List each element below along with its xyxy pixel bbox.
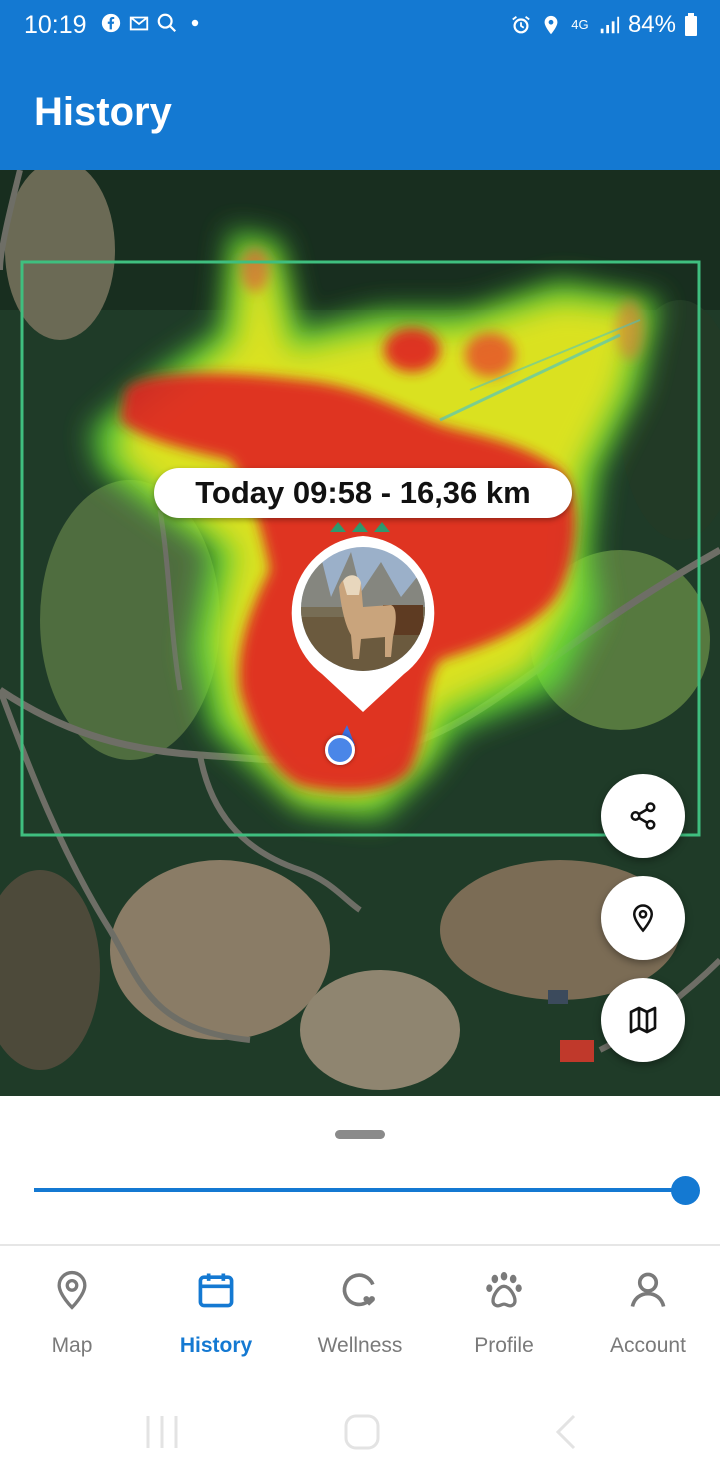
map-type-button[interactable] (601, 978, 685, 1062)
dot-icon (191, 19, 199, 27)
paw-icon (486, 1272, 522, 1308)
user-icon (630, 1272, 666, 1308)
battery-icon (685, 13, 697, 36)
location-button[interactable] (601, 876, 685, 960)
sheet-drag-handle[interactable] (335, 1130, 385, 1139)
nav-label-account: Account (610, 1334, 686, 1357)
map-pin-icon (57, 1270, 87, 1310)
location-icon (544, 15, 558, 35)
share-button[interactable] (601, 774, 685, 858)
status-bar: 10:19 4G 84% (0, 0, 720, 52)
nav-item-history[interactable]: History (144, 1246, 288, 1396)
horse-photo (301, 547, 425, 671)
battery-percent: 84% (627, 11, 676, 38)
system-navigation-bar (0, 1394, 720, 1480)
nav-label-map: Map (51, 1334, 93, 1357)
back-icon[interactable] (548, 1412, 588, 1452)
wellness-icon (342, 1273, 375, 1307)
location-pin-icon (632, 904, 654, 933)
share-icon (630, 802, 656, 830)
search-icon (157, 13, 177, 33)
signal-icon (600, 16, 620, 34)
gmail-icon (129, 16, 149, 31)
map-view[interactable]: Today 09:58 - 16,36 km (0, 170, 720, 1096)
status-time: 10:19 (24, 11, 87, 39)
app-bar: History (0, 52, 720, 170)
page-title: History (34, 90, 172, 134)
timeline-sheet (0, 1096, 720, 1244)
horse-avatar-marker[interactable] (284, 534, 442, 714)
nav-item-map[interactable]: Map (0, 1246, 144, 1396)
nav-item-profile[interactable]: Profile (432, 1246, 576, 1396)
calendar-icon (198, 1273, 234, 1308)
nav-label-profile: Profile (474, 1334, 534, 1357)
trip-summary-label[interactable]: Today 09:58 - 16,36 km (154, 468, 572, 518)
bottom-navigation: Map History Wellness Profile Account (0, 1244, 720, 1394)
network-type: 4G (571, 17, 589, 32)
current-location-dot[interactable] (325, 735, 355, 765)
timeline-slider-track[interactable] (34, 1188, 686, 1192)
home-icon[interactable] (342, 1412, 382, 1452)
alarm-icon (512, 16, 530, 34)
map-icon (629, 1006, 657, 1034)
nav-item-wellness[interactable]: Wellness (288, 1246, 432, 1396)
nav-label-wellness: Wellness (317, 1334, 403, 1357)
nav-label-history: History (179, 1334, 253, 1357)
recent-apps-icon[interactable] (142, 1412, 182, 1452)
facebook-icon (101, 13, 121, 33)
barn-roof (560, 1040, 594, 1062)
nav-item-account[interactable]: Account (576, 1246, 720, 1396)
timeline-slider-thumb[interactable] (671, 1176, 700, 1205)
